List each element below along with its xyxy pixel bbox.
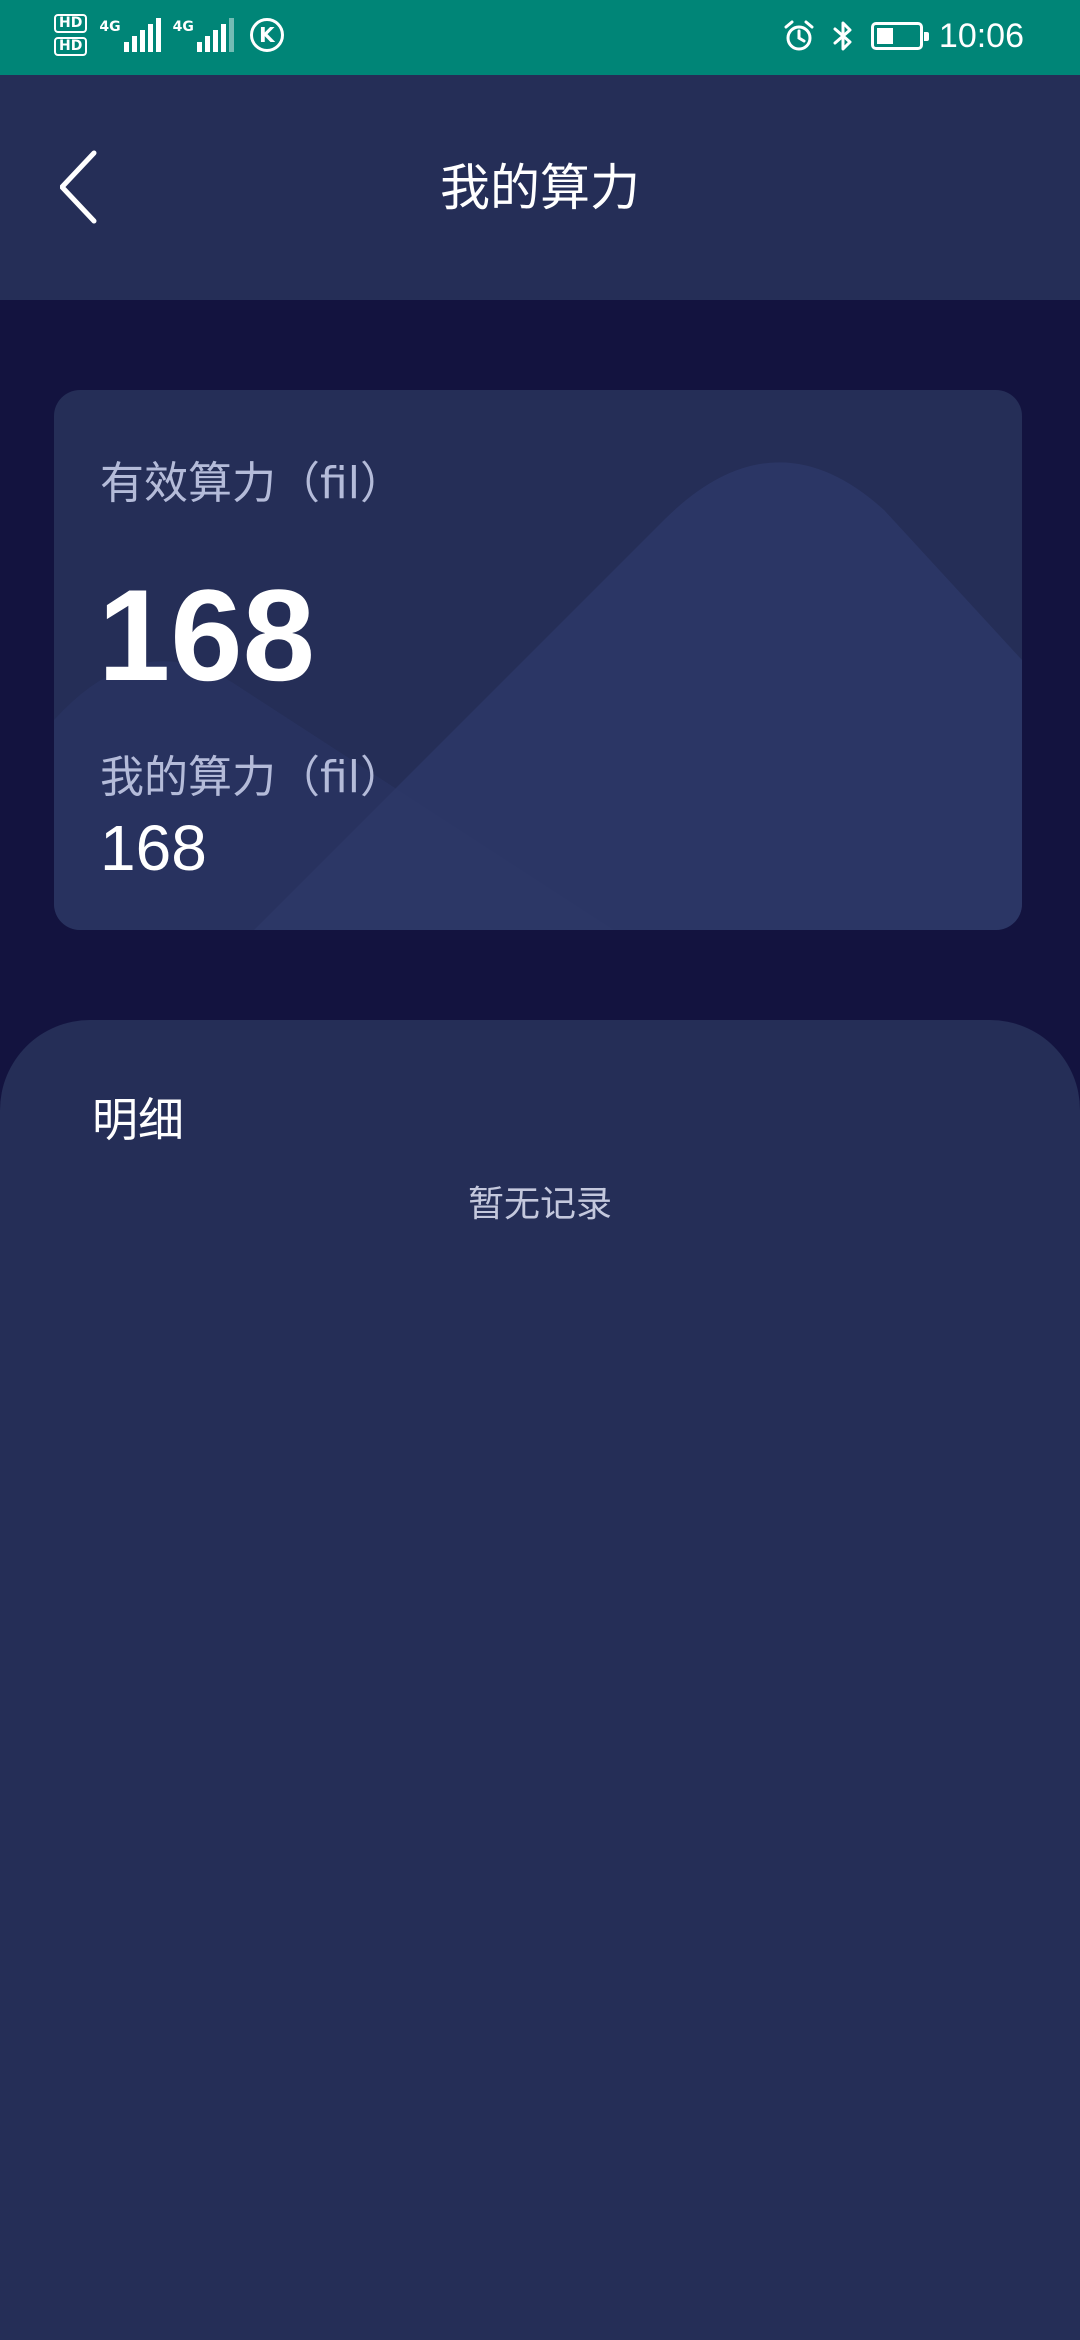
page-title: 我的算力 xyxy=(440,159,640,217)
k-badge-text: K xyxy=(259,23,275,47)
bluetooth-icon xyxy=(833,21,852,51)
status-bar: HD HD 4G 4G K 10:06 xyxy=(0,0,1080,75)
signal-icon xyxy=(123,18,161,52)
signal-group-1: 4G xyxy=(99,18,161,52)
k-app-icon: K xyxy=(249,18,284,52)
status-right: 10:06 xyxy=(783,16,1024,56)
hd-badge: HD xyxy=(54,37,88,56)
battery-icon xyxy=(870,22,929,50)
network-type-label: 4G xyxy=(172,19,194,35)
detail-panel: 明细 暂无记录 xyxy=(0,1020,1080,2340)
page-header: 我的算力 xyxy=(0,75,1080,300)
network-type-label: 4G xyxy=(99,19,121,35)
detail-title: 明细 xyxy=(92,1093,184,1147)
signal-group-2: 4G xyxy=(173,18,234,52)
effective-power-label: 有效算力（fil） xyxy=(100,458,404,509)
alarm-icon xyxy=(784,20,814,51)
hd-badge: HD xyxy=(54,14,88,33)
hd-badges: HD HD xyxy=(54,14,88,56)
status-time: 10:06 xyxy=(938,17,1024,55)
effective-power-value: 168 xyxy=(98,562,315,708)
signal-icon xyxy=(196,18,234,52)
status-left: HD HD 4G 4G K xyxy=(54,14,284,56)
empty-state-text: 暂无记录 xyxy=(467,1184,612,1225)
my-power-label: 我的算力（fil） xyxy=(100,752,404,803)
summary-card: 有效算力（fil） 168 我的算力（fil） 168 xyxy=(54,390,1022,930)
my-power-value: 168 xyxy=(100,812,207,884)
battery-fill xyxy=(876,28,893,44)
